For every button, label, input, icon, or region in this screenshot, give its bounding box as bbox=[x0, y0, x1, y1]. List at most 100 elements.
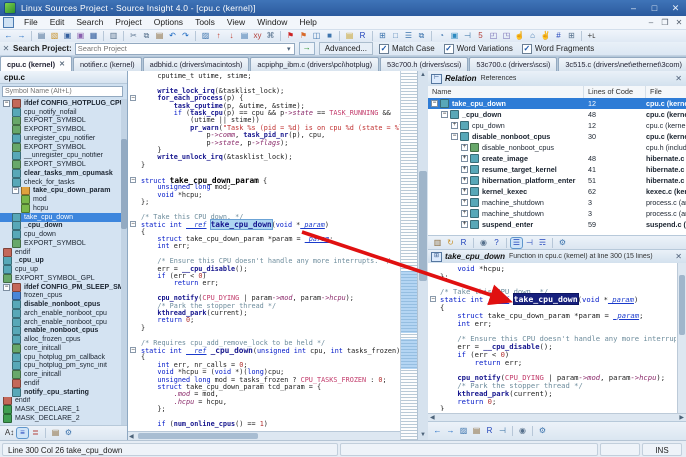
tile-cascade-icon[interactable]: ⧉ bbox=[416, 31, 427, 41]
scroll-left-icon[interactable]: ◀ bbox=[129, 433, 134, 440]
symbol-xy-icon[interactable]: xy bbox=[252, 31, 263, 41]
code-line[interactable]: return 0; bbox=[428, 397, 676, 406]
tab-2[interactable]: adbhid.c (drivers\macintosh) bbox=[142, 57, 250, 71]
tab-4[interactable]: 53c700.h (drivers\scsi) bbox=[380, 57, 469, 71]
symbol-item-endif[interactable]: endif bbox=[0, 247, 127, 257]
browse-project-icon[interactable]: ▨ bbox=[200, 31, 211, 41]
symbol-item-cpu_hotplug_pm_callback[interactable]: cpu_hotplug_pm_callback bbox=[0, 352, 127, 362]
menu-edit[interactable]: Edit bbox=[44, 16, 71, 29]
code-line[interactable]: int err; bbox=[428, 319, 676, 328]
context-panel-header[interactable]: ⊞ take_cpu_down Function in cpu.c (kerne… bbox=[428, 250, 686, 264]
symbol-item-cpu_down[interactable]: cpu_down bbox=[0, 230, 127, 239]
symbol-item-notify_cpu_starting[interactable]: notify_cpu_starting bbox=[0, 387, 127, 397]
hash-icon[interactable]: # bbox=[553, 31, 564, 41]
tab-5[interactable]: 53c700.c (drivers\scsi) bbox=[469, 57, 558, 71]
checkbox-icon[interactable]: ✓ bbox=[443, 43, 454, 54]
auto-refresh-icon[interactable]: ↻ bbox=[445, 238, 456, 248]
code-line[interactable]: } bbox=[128, 324, 400, 332]
relation-row-machine_shutdown[interactable]: + machine_shutdown 3 process.c (arc bbox=[428, 197, 686, 208]
code-line[interactable]: }; bbox=[128, 198, 400, 206]
checkbox-match-case[interactable]: ✓ Match Case bbox=[378, 43, 435, 54]
search-go-button[interactable]: → bbox=[298, 42, 315, 55]
hand-icon[interactable]: ☝ bbox=[514, 31, 525, 41]
code-line[interactable]: }; bbox=[428, 272, 676, 281]
lock-icon[interactable]: ◉ bbox=[478, 238, 489, 248]
scroll-left-icon[interactable]: ◀ bbox=[430, 414, 435, 421]
expand-icon[interactable]: + bbox=[461, 188, 468, 195]
relation-row-machine_shutdown[interactable]: + machine_shutdown 3 process.c (arc bbox=[428, 208, 686, 219]
fold-collapse-icon[interactable]: − bbox=[130, 221, 136, 228]
fold-collapse-icon[interactable]: − bbox=[130, 95, 136, 102]
cut-icon[interactable]: ✂ bbox=[128, 31, 139, 41]
code-line[interactable]: write_unlock_irq(&tasklist_lock); bbox=[128, 154, 400, 162]
minimap[interactable] bbox=[400, 71, 418, 440]
menu-tools[interactable]: Tools bbox=[189, 16, 221, 29]
symbol-item-EXPORT_SYMBOL[interactable]: EXPORT_SYMBOL bbox=[0, 142, 127, 152]
doc-edit-icon[interactable]: ▤ bbox=[344, 31, 355, 41]
symbol-item-unregister_cpu_notifier[interactable]: unregister_cpu_notifier bbox=[0, 134, 127, 143]
browse-project-icon[interactable]: ▨ bbox=[458, 426, 469, 436]
expand-icon[interactable]: + bbox=[461, 210, 468, 217]
code-line[interactable]: − static int __ref take_cpu_down(void *_p… bbox=[128, 219, 400, 231]
forward-icon[interactable]: → bbox=[16, 31, 27, 41]
doc-view-icon[interactable]: ▤ bbox=[471, 426, 482, 436]
editor-horizontal-scrollbar[interactable]: ◀ bbox=[128, 431, 400, 440]
symbol-item-EXPORT_SYMBOL_GPL[interactable]: EXPORT_SYMBOL_GPL bbox=[0, 274, 127, 283]
code-line[interactable]: − static int __ref _cpu_down(unsigned int… bbox=[128, 347, 400, 355]
scroll-right-icon[interactable]: ▶ bbox=[679, 414, 684, 421]
code-line[interactable]: p->state, p->flags); bbox=[128, 139, 400, 147]
symbol-item-clear_tasks_mm_cpumask[interactable]: clear_tasks_mm_cpumask bbox=[0, 169, 127, 178]
menu-file[interactable]: File bbox=[18, 16, 44, 29]
relation-row-_cpu_down[interactable]: − _cpu_down 48 cpu.c (kernel) bbox=[428, 109, 686, 120]
window-new-icon[interactable]: ◫ bbox=[311, 31, 322, 41]
symbol-item-_cpu_up[interactable]: _cpu_up bbox=[0, 256, 127, 266]
collapse-icon[interactable]: − bbox=[441, 111, 448, 118]
menu-options[interactable]: Options bbox=[148, 16, 189, 29]
print-icon[interactable]: ▥ bbox=[108, 31, 119, 41]
az-sort-icon[interactable]: A↕ bbox=[4, 428, 15, 438]
symbol-item-cpu_up[interactable]: cpu_up bbox=[0, 265, 127, 274]
tab-6[interactable]: 3c515.c (drivers\net\ethernet\3com) bbox=[558, 57, 686, 71]
expand-icon[interactable]: + bbox=[461, 144, 468, 151]
checkbox-word-variations[interactable]: ✓ Word Variations bbox=[443, 43, 513, 54]
relation-icon[interactable]: ⊣ bbox=[497, 426, 508, 436]
symbol-item-disable_nonboot_cpus[interactable]: disable_nonboot_cpus bbox=[0, 300, 127, 309]
context-code-view[interactable]: void *hcpu;};/* Take this CPU down. */− s… bbox=[428, 263, 686, 413]
collapse-icon[interactable]: − bbox=[12, 187, 19, 195]
search-close-icon[interactable]: ✕ bbox=[0, 44, 12, 53]
relation-row-create_image[interactable]: + create_image 48 hibernate.c (k bbox=[428, 153, 686, 164]
collapse-icon[interactable]: − bbox=[3, 283, 10, 291]
menu-search[interactable]: Search bbox=[70, 16, 109, 29]
code-line[interactable]: } bbox=[128, 161, 400, 169]
code-line[interactable]: }; bbox=[128, 405, 400, 413]
fold-collapse-icon[interactable]: − bbox=[430, 296, 436, 303]
code-line[interactable]: − static int __ref take_cpu_down(void *_p… bbox=[428, 293, 676, 306]
symbol-filter-input[interactable] bbox=[2, 86, 123, 97]
tab-close-icon[interactable]: ✕ bbox=[59, 58, 65, 71]
settings-icon[interactable]: ⚙ bbox=[557, 238, 568, 248]
new-file-icon[interactable]: ▤ bbox=[36, 31, 47, 41]
flag-icon[interactable]: ⚑ bbox=[285, 31, 296, 41]
advanced-button[interactable]: Advanced... bbox=[318, 42, 373, 55]
context-close-icon[interactable]: ✕ bbox=[675, 252, 682, 261]
relation-close-icon[interactable]: ✕ bbox=[675, 74, 682, 83]
save-icon[interactable]: ▣ bbox=[62, 31, 73, 41]
settings-icon[interactable]: ⚙ bbox=[537, 426, 548, 436]
view-tree-icon[interactable]: ☴ bbox=[537, 238, 548, 248]
expand-icon[interactable]: + bbox=[461, 221, 468, 228]
add-symbol-icon[interactable]: +ʟ bbox=[586, 31, 597, 41]
undo-icon[interactable]: ↶ bbox=[167, 31, 178, 41]
symbol-item-hcpu[interactable]: hcpu bbox=[0, 204, 127, 213]
relation-row-disable_nonboot_cpus[interactable]: − disable_nonboot_cpus 30 cpu.c (kernel) bbox=[428, 131, 686, 142]
relation-row-take_cpu_down[interactable]: − take_cpu_down 12 cpu.c (kernel) bbox=[428, 98, 686, 109]
jump-icon[interactable]: ▥ bbox=[432, 238, 443, 248]
symbol-item-arch_enable_nonboot_cpu[interactable]: arch_enable_nonboot_cpu bbox=[0, 309, 127, 318]
symbol-item-frozen_cpus[interactable]: frozen_cpus bbox=[0, 291, 127, 301]
grid-icon[interactable]: ⊞ bbox=[566, 31, 577, 41]
relation-row-cpu_down[interactable]: + cpu_down 12 cpu.c (kernel) bbox=[428, 120, 686, 131]
symbol-item-core_initcall[interactable]: core_initcall bbox=[0, 344, 127, 353]
save-as-icon[interactable]: ▣ bbox=[75, 31, 86, 41]
tab-0[interactable]: cpu.c (kernel) ✕ bbox=[0, 56, 72, 71]
symbol-item-take_cpu_down_param[interactable]: − take_cpu_down_param bbox=[0, 186, 127, 196]
symbol-item-__unregister_cpu_notifier[interactable]: __unregister_cpu_notifier bbox=[0, 151, 127, 161]
